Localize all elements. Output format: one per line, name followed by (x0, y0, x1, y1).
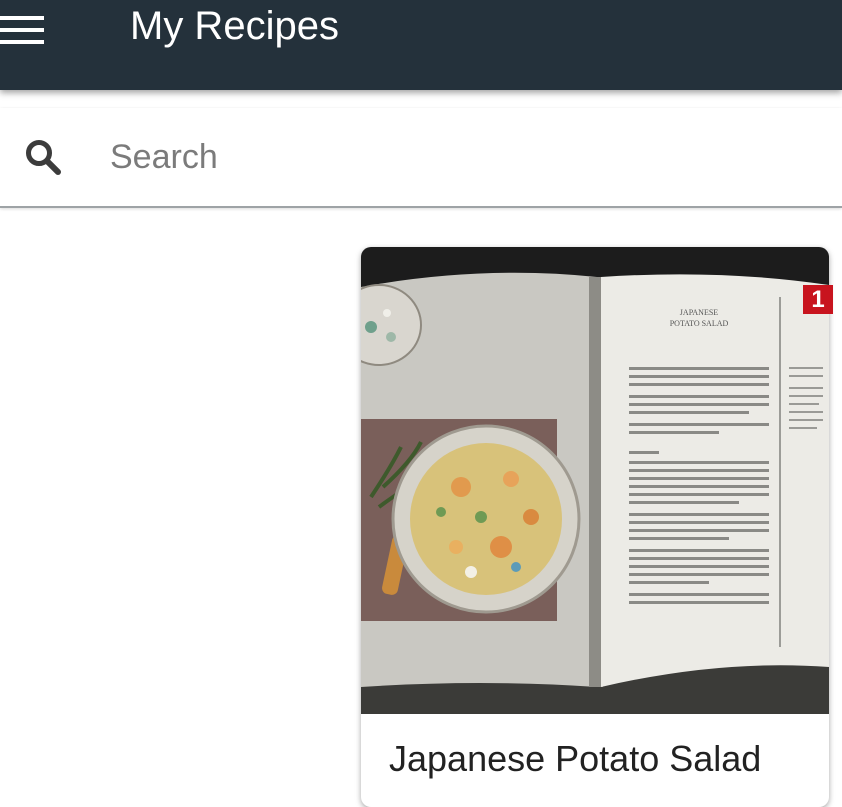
recipe-image: JAPANESE POTATO SALAD (361, 247, 829, 714)
search-input[interactable] (108, 130, 812, 184)
book-heading-line-1: JAPANESE (680, 308, 718, 317)
book-heading-line-2: POTATO SALAD (670, 319, 729, 328)
recipe-card[interactable]: JAPANESE POTATO SALAD Japanese Potato Sa… (361, 247, 829, 807)
app-bar: My Recipes (0, 0, 842, 90)
menu-button[interactable] (0, 0, 70, 60)
search-bar (0, 108, 842, 208)
item-badge: 1 (803, 285, 833, 314)
recipe-title: Japanese Potato Salad (389, 738, 762, 779)
app-title: My Recipes (130, 4, 339, 48)
menu-icon (0, 16, 44, 44)
search-icon[interactable] (24, 138, 64, 178)
